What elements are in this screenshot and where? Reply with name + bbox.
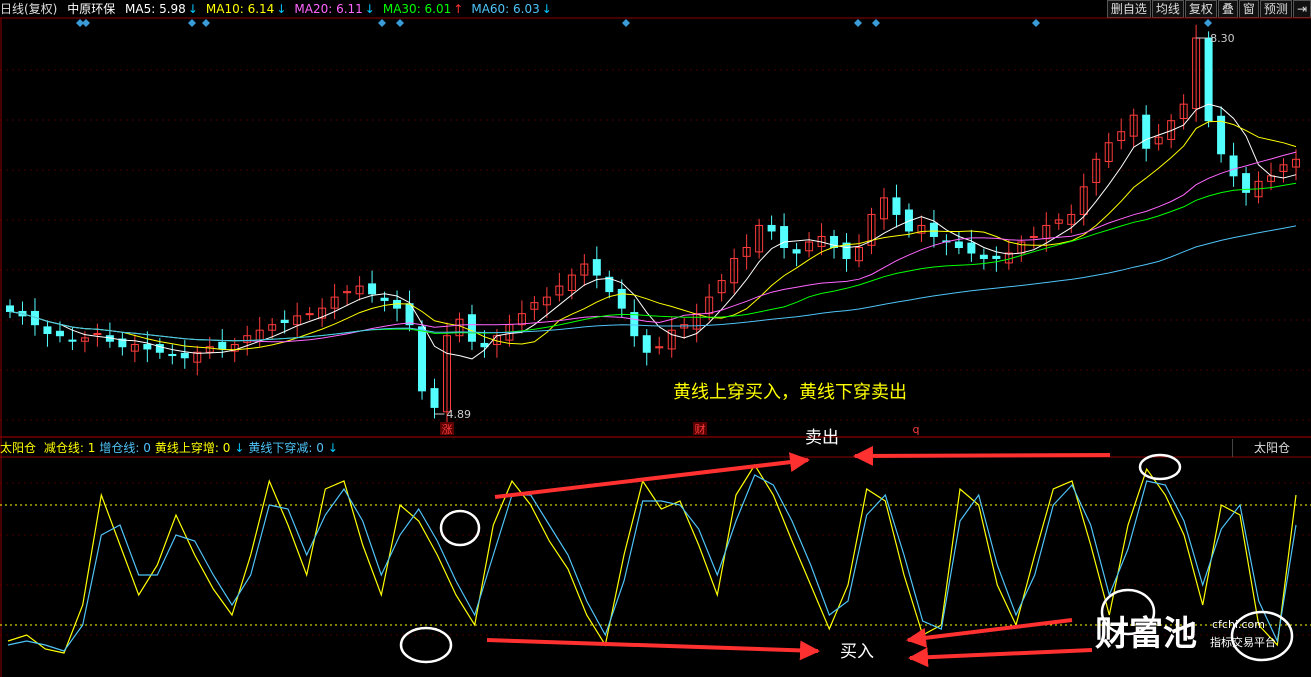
buy-label: 买入 [840, 642, 874, 662]
watermark-brand: 财富池 [1095, 614, 1197, 654]
candle-body [43, 326, 52, 335]
event-diamond-icon [396, 19, 404, 27]
candle-body [168, 353, 177, 357]
candle-body [180, 352, 189, 359]
candle-body [55, 330, 64, 337]
candle-body [592, 259, 601, 276]
watermark-tagline: 指标交易平台 [1210, 635, 1276, 649]
candle-body [368, 283, 377, 295]
ma-line [9, 182, 1297, 342]
candle-body [979, 254, 988, 260]
candle-body [630, 312, 639, 337]
candle-body [967, 242, 976, 254]
highlight-circle [399, 626, 453, 664]
low-label: 4.89 [447, 408, 472, 421]
event-marker: 财 [695, 422, 706, 436]
event-marker: q [913, 423, 920, 436]
event-diamond-icon [82, 19, 90, 27]
candle-body [642, 335, 651, 353]
indicator-legend-item: 增仓线: 0 [99, 441, 151, 455]
event-diamond-icon [1032, 19, 1040, 27]
candle-body [143, 344, 152, 350]
highlight-circle [1138, 453, 1182, 481]
candle-body [617, 288, 626, 309]
candle-body [1204, 37, 1213, 122]
high-label: 8.30 [1210, 32, 1235, 45]
event-diamond-icon [378, 19, 386, 27]
event-diamond-icon [1204, 19, 1212, 27]
strategy-annotation: 黄线上穿买入，黄线下穿卖出 [673, 382, 907, 403]
indicator-legend-item: 黄线下穿减: 0 [248, 441, 324, 455]
event-diamond-icon [188, 19, 196, 27]
event-diamond-icon [854, 19, 862, 27]
candle-body [1229, 155, 1238, 177]
candle-body [767, 224, 776, 232]
red-arrow [486, 638, 820, 661]
indicator-legend-item: 黄线上穿增: 0 [154, 441, 231, 455]
candle-body [280, 319, 289, 323]
indicator-legend: 减仓线: 1 增仓线: 0 黄线上穿增: 0 ↓ 黄线下穿减: 0 ↓ [44, 439, 342, 457]
highlight-circle [439, 509, 481, 547]
red-arrow [908, 647, 1093, 668]
candle-body [6, 305, 14, 312]
candle-body [430, 388, 439, 408]
chart-canvas: 8.304.89涨财 q黄线上穿买入，黄线下穿卖出卖出买入 财富池 cfchi.com… [0, 17, 1311, 677]
candle-body [305, 313, 314, 316]
candle-body [68, 339, 77, 342]
candle-body [218, 341, 227, 350]
candle-body [418, 326, 427, 392]
event-marker: 涨 [442, 423, 453, 436]
indicator-name: 太阳仓 [0, 441, 37, 455]
ma-line [9, 151, 1297, 343]
event-diamond-icon [622, 19, 630, 27]
indicator-header: 太阳仓 减仓线: 1 增仓线: 0 黄线上穿增: 0 ↓ 黄线下穿减: 0 ↓ [0, 439, 1231, 457]
candle-body [992, 255, 1001, 260]
event-diamond-icon [202, 19, 210, 27]
indicator-select-button[interactable]: 太阳仓 [1232, 439, 1311, 457]
candle-body [792, 249, 801, 254]
event-diamond-icon [872, 19, 880, 27]
ma-line [9, 225, 1297, 342]
arrow-down-icon: ↓ [327, 441, 338, 455]
candle-body [480, 342, 489, 348]
candle-body [929, 222, 938, 237]
watermark-domain: cfchi.com [1212, 618, 1265, 631]
candle-body [780, 226, 789, 249]
indicator-legend-item: 减仓线: 1 [43, 441, 96, 455]
candle-body [380, 297, 389, 301]
candle-body [467, 314, 476, 342]
arrow-down-icon: ↓ [234, 441, 245, 455]
candle-body [1142, 114, 1151, 149]
candle-body [954, 241, 963, 249]
candle-body [93, 333, 102, 336]
candle-body [892, 197, 901, 215]
